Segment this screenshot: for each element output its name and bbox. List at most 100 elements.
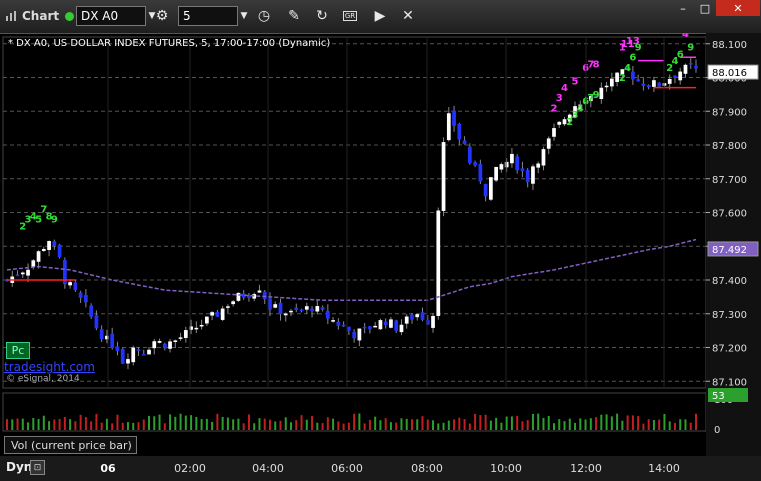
candle-body (546, 138, 551, 149)
candle-body (57, 244, 62, 258)
candle-body (89, 305, 94, 317)
candle-body (152, 341, 157, 349)
candle-body (220, 308, 225, 320)
candle-body (667, 78, 672, 84)
clock-icon[interactable]: ◷ (254, 6, 274, 26)
symbol-settings-icon[interactable]: ⚙ (152, 6, 172, 26)
candle-body (467, 146, 472, 164)
copyright-text: © eSignal, 2014 (6, 374, 80, 384)
symbol-input[interactable]: DX A0 (76, 6, 146, 26)
candle-body (325, 310, 330, 319)
candle-body (410, 314, 414, 320)
x-tick-label: 08:00 (411, 462, 443, 475)
candle-body (278, 302, 283, 315)
candle-body (320, 307, 325, 310)
app-label: Chart (22, 9, 60, 23)
candle-body (331, 320, 335, 322)
close-button[interactable]: ✕ (716, 0, 760, 16)
candle-body (162, 343, 167, 349)
candle-body (446, 113, 451, 141)
candle-body (73, 282, 78, 291)
candle-body (599, 87, 604, 99)
candle-body (483, 183, 488, 197)
candle-body (299, 309, 304, 311)
x-tick-label: 06:00 (331, 462, 363, 475)
candle-body (673, 75, 677, 78)
candle-body (194, 327, 199, 330)
candle-body (441, 142, 446, 211)
sequence-label: 9 (51, 215, 58, 226)
candle-body (457, 123, 462, 140)
interval-input[interactable]: 5 (178, 6, 238, 26)
chevron-down-icon[interactable]: ▼ (238, 6, 250, 26)
pc-badge[interactable]: Pc (6, 342, 30, 359)
candle-body (352, 332, 356, 339)
candle-body (310, 308, 314, 312)
ma-value-flag-text: 87.492 (712, 245, 747, 256)
candle-body (357, 328, 362, 341)
y-tick-label: 87.900 (712, 107, 747, 118)
candle-body (557, 121, 562, 125)
play-icon[interactable]: ▶ (370, 6, 390, 26)
candle-body (157, 341, 162, 343)
sequence-label: 6 (677, 49, 684, 60)
sequence-label: 4 (561, 83, 568, 94)
candle-body (52, 241, 57, 246)
candle-body (199, 324, 204, 327)
candle-body (473, 162, 477, 166)
candle-body (520, 168, 525, 172)
candle-body (26, 269, 30, 276)
minimize-button[interactable]: – (672, 0, 694, 16)
status-dot-icon (65, 11, 75, 21)
candle-body (362, 326, 367, 329)
candle-body (131, 347, 136, 363)
candle-body (494, 166, 499, 181)
candle-body (94, 315, 99, 329)
study-icon[interactable]: GR (340, 6, 360, 26)
y-tick-label: 87.700 (712, 175, 747, 186)
y-tick-label: 87.100 (712, 377, 747, 388)
candle-body (215, 311, 220, 317)
candle-body (383, 321, 388, 325)
candle-body (20, 272, 25, 275)
candle-body (389, 319, 393, 328)
draw-pencil-icon[interactable]: ✎ (284, 6, 304, 26)
sequence-label: 4 (624, 63, 631, 74)
candle-body (478, 163, 483, 182)
tradesight-link[interactable]: tradesight.com (4, 360, 95, 374)
app-title[interactable]: Chart (4, 5, 75, 27)
candle-body (541, 149, 546, 166)
maximize-button[interactable]: □ (694, 0, 716, 16)
candle-body (36, 251, 41, 262)
symbol-field[interactable]: DX A0 ▼ (76, 5, 158, 27)
candle-body (646, 85, 651, 88)
sequence-label: 6 (629, 53, 636, 64)
candle-body (68, 282, 72, 286)
candle-body (404, 316, 409, 324)
interval-field[interactable]: 5 ▼ (178, 5, 250, 27)
candle-body (226, 306, 230, 308)
candle-body (678, 71, 683, 81)
candle-body (262, 291, 267, 300)
candle-body (178, 337, 183, 339)
sequence-label: 4 (682, 33, 689, 40)
candle-body (604, 85, 609, 88)
candle-body (431, 315, 435, 328)
candle-body (462, 140, 467, 145)
sequence-label: 9 (593, 90, 600, 101)
sequence-label: 2 (551, 103, 558, 114)
candle-body (425, 320, 430, 325)
chart-title: * DX A0, US DOLLAR INDEX FUTURES, 5, 17:… (8, 38, 331, 49)
candle-body (378, 320, 383, 330)
x-tick-label: 06 (100, 462, 116, 475)
candle-body (552, 128, 556, 137)
sequence-label: 8 (593, 59, 600, 70)
candle-body (283, 313, 288, 316)
candle-body (115, 346, 120, 351)
candle-body (420, 312, 425, 320)
x-tick-label: 10:00 (490, 462, 522, 475)
volume-study-label[interactable]: Vol (current price bar) (4, 436, 137, 454)
tools-icon[interactable]: ✕ (398, 6, 418, 26)
refresh-icon[interactable]: ↻ (312, 6, 332, 26)
price-chart[interactable]: 88.10088.00087.90087.80087.70087.60087.5… (0, 33, 761, 456)
